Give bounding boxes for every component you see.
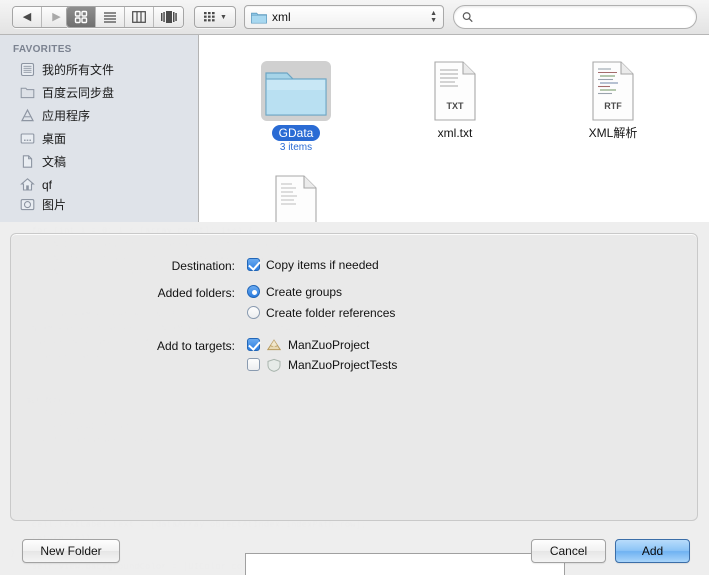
coverflow-view-button[interactable]: [154, 7, 183, 27]
sidebar-item-label: 我的所有文件: [42, 63, 115, 77]
file-icon-wrap: [231, 41, 361, 121]
sidebar-item-pictures[interactable]: 图片: [0, 196, 198, 212]
pictures-icon: [20, 198, 35, 210]
navigation-segmented-control[interactable]: ◀ ▶: [12, 6, 72, 28]
file-item-txt[interactable]: TXT xml.txt: [390, 41, 520, 141]
svg-text:RTF: RTF: [604, 101, 622, 111]
create-groups-radio[interactable]: [247, 285, 260, 298]
options-panel: [10, 233, 698, 521]
file-item-partial[interactable]: [231, 175, 361, 222]
destination-label: Destination:: [171, 259, 235, 273]
home-icon: [20, 178, 35, 191]
file-picker-sheet: ◀ ▶ ▼ xml ▲ ▼ FAVORITES 我的所有文件 百度云同步盘 应用…: [0, 0, 709, 575]
documents-icon: [22, 155, 33, 168]
list-icon: [104, 12, 116, 23]
target-row-manzuoproject[interactable]: ManZuoProject: [247, 338, 369, 352]
sidebar-item-label: 图片: [42, 197, 67, 212]
column-icon: [132, 11, 146, 23]
create-folder-references-label: Create folder references: [266, 306, 396, 320]
copy-items-label: Copy items if needed: [266, 258, 379, 272]
file-browser: ◀ ▶ ▼ xml ▲ ▼ FAVORITES 我的所有文件 百度云同步盘 应用…: [0, 0, 709, 222]
sidebar-item-label: 应用程序: [42, 109, 91, 123]
sidebar-item-label: 桌面: [42, 132, 67, 146]
copy-items-checkbox-row[interactable]: Copy items if needed: [247, 258, 379, 272]
sidebar: FAVORITES 我的所有文件 百度云同步盘 应用程序 桌面 文稿 qf 图片: [0, 35, 199, 222]
file-icon-wrap: [231, 175, 361, 222]
column-view-button[interactable]: [125, 7, 154, 27]
target-row-manzuoprojecttests[interactable]: ManZuoProjectTests: [247, 358, 397, 372]
sidebar-item-documents[interactable]: 文稿: [0, 150, 198, 173]
sidebar-section-favorites: FAVORITES: [13, 44, 72, 55]
folder-icon: [265, 72, 327, 116]
path-popup-label: xml: [272, 10, 291, 24]
add-to-targets-label: Add to targets:: [156, 339, 235, 353]
all-my-files-icon: [20, 62, 35, 77]
add-button[interactable]: Add: [615, 539, 690, 563]
file-name: xml.txt: [437, 126, 473, 140]
create-groups-label: Create groups: [266, 285, 343, 299]
create-folder-references-radio-row[interactable]: Create folder references: [247, 306, 395, 320]
gear-grid-icon: [204, 12, 215, 22]
file-name: GData: [271, 125, 321, 141]
grid-icon: [74, 10, 88, 24]
target-name: ManZuoProjectTests: [288, 358, 398, 372]
search-field[interactable]: [453, 5, 697, 29]
file-icon-wrap: TXT: [390, 41, 520, 121]
rtf-document-icon: RTF: [592, 61, 634, 121]
sidebar-item-baidu-sync[interactable]: 百度云同步盘: [0, 81, 198, 104]
sheet-button-bar: New Folder Cancel Add: [0, 522, 709, 575]
sidebar-item-applications[interactable]: 应用程序: [0, 104, 198, 127]
new-folder-button[interactable]: New Folder: [22, 539, 120, 563]
icon-view-button[interactable]: [67, 7, 96, 27]
search-icon: [462, 12, 473, 23]
added-folders-label: Added folders:: [157, 286, 235, 300]
sidebar-item-label: 百度云同步盘: [42, 86, 115, 100]
document-icon: [275, 175, 317, 222]
file-name: XML解析: [588, 126, 638, 140]
create-folder-references-radio[interactable]: [247, 306, 260, 319]
txt-document-icon: TXT: [434, 61, 476, 121]
coverflow-icon: [160, 11, 177, 23]
target-checkbox-manzuoproject[interactable]: [247, 338, 260, 351]
file-grid[interactable]: GData 3 items TXT xml.txt RTF XML解析: [200, 35, 709, 222]
sidebar-item-label: 文稿: [42, 155, 67, 169]
path-popup-stepper-icon: ▲ ▼: [430, 10, 437, 24]
sidebar-item-desktop[interactable]: 桌面: [0, 127, 198, 150]
folder-icon: [20, 87, 35, 99]
path-popup-button[interactable]: xml ▲ ▼: [244, 5, 444, 29]
forward-arrow-icon: ▶: [52, 10, 61, 23]
svg-text:TXT: TXT: [447, 101, 465, 111]
list-view-button[interactable]: [96, 7, 125, 27]
file-subtitle: 3 items: [279, 142, 313, 153]
copy-items-checkbox[interactable]: [247, 258, 260, 271]
xcode-test-target-icon: [267, 358, 281, 372]
back-button[interactable]: ◀: [13, 7, 42, 27]
back-arrow-icon: ◀: [22, 10, 32, 23]
sidebar-item-home[interactable]: qf: [0, 173, 198, 196]
options-sheet: Destination: Copy items if needed Added …: [0, 222, 709, 575]
target-name: ManZuoProject: [288, 338, 370, 352]
selection-highlight: [261, 61, 331, 121]
cancel-button[interactable]: Cancel: [531, 539, 606, 563]
desktop-icon: [20, 133, 35, 144]
search-input[interactable]: [477, 10, 688, 24]
view-mode-segmented-control[interactable]: [66, 6, 184, 28]
action-menu-button[interactable]: ▼: [194, 6, 236, 28]
file-item-rtf[interactable]: RTF XML解析: [548, 41, 678, 141]
create-groups-radio-row[interactable]: Create groups: [247, 285, 342, 299]
target-checkbox-manzuoprojecttests[interactable]: [247, 358, 260, 371]
chevron-down-icon: ▼: [220, 13, 227, 21]
file-icon-wrap: RTF: [548, 41, 678, 121]
sidebar-item-label: qf: [42, 177, 53, 192]
file-item-folder[interactable]: GData 3 items: [231, 41, 361, 153]
xcode-app-target-icon: [266, 339, 282, 351]
sidebar-item-all-my-files[interactable]: 我的所有文件: [0, 58, 198, 81]
browser-toolbar: ◀ ▶ ▼ xml ▲ ▼: [0, 0, 709, 35]
folder-icon: [251, 12, 267, 23]
applications-icon: [21, 108, 34, 122]
